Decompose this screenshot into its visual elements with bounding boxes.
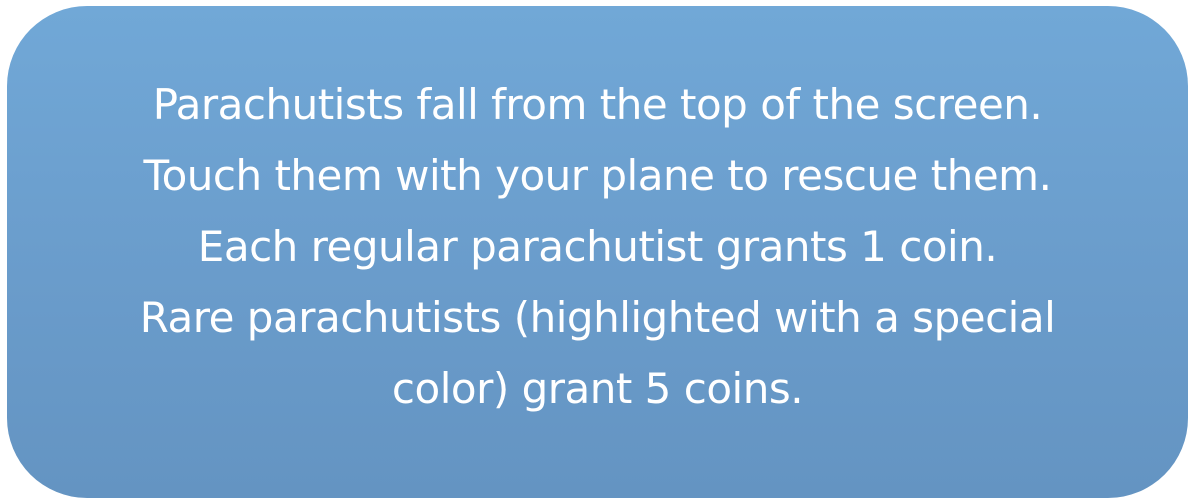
instruction-line-5: color) grant 5 coins. [391,363,804,413]
instruction-line-4: Rare parachutists (highlighted with a sp… [139,292,1056,342]
instruction-line-3: Each regular parachutist grants 1 coin. [197,221,998,271]
instruction-line-1: Parachutists fall from the top of the sc… [152,79,1043,129]
instructions-panel: Parachutists fall from the top of the sc… [7,6,1188,498]
instruction-line-2: Touch them with your plane to rescue the… [143,150,1052,200]
